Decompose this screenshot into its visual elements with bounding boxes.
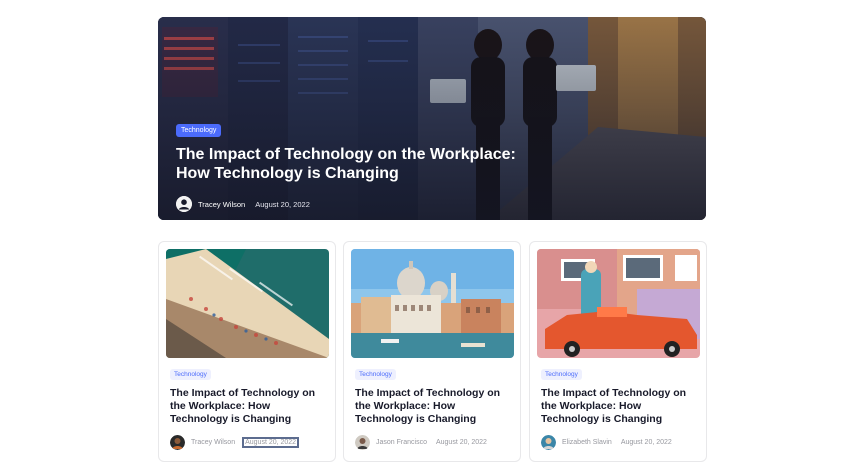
category-badge[interactable]: Technology xyxy=(170,369,211,380)
post-title[interactable]: The Impact of Technology on the Workplac… xyxy=(541,387,701,425)
featured-author-name[interactable]: Tracey Wilson xyxy=(198,200,245,209)
featured-post-content: Technology The Impact of Technology on t… xyxy=(176,119,536,213)
author-avatar xyxy=(355,435,370,450)
author-name[interactable]: Jason Francisco xyxy=(376,439,427,446)
featured-post-date: August 20, 2022 xyxy=(255,199,310,209)
category-badge[interactable]: Technology xyxy=(355,369,396,380)
venice-canal-image xyxy=(351,249,514,358)
post-meta: Jason Francisco August 20, 2022 xyxy=(355,435,487,450)
category-badge[interactable]: Technology xyxy=(541,369,582,380)
author-avatar xyxy=(541,435,556,450)
author-avatar xyxy=(170,435,185,450)
author-name[interactable]: Elizabeth Slavin xyxy=(562,439,612,446)
post-title[interactable]: The Impact of Technology on the Workplac… xyxy=(170,387,330,425)
user-avatar-icon xyxy=(176,196,192,212)
featured-post-card[interactable]: Technology The Impact of Technology on t… xyxy=(158,17,706,220)
post-card[interactable]: Technology The Impact of Technology on t… xyxy=(158,241,336,462)
post-title[interactable]: The Impact of Technology on the Workplac… xyxy=(355,387,515,425)
post-date: August 20, 2022 xyxy=(620,439,672,446)
beach-aerial-image xyxy=(166,249,329,358)
post-meta: Elizabeth Slavin August 20, 2022 xyxy=(541,435,672,450)
woman-orange-car-image xyxy=(537,249,700,358)
featured-post-title[interactable]: The Impact of Technology on the Workplac… xyxy=(176,145,516,183)
post-meta: Tracey Wilson August 20, 2022 xyxy=(170,435,300,450)
author-name[interactable]: Tracey Wilson xyxy=(191,439,235,446)
featured-category-badge[interactable]: Technology xyxy=(176,124,222,137)
post-card[interactable]: Technology The Impact of Technology on t… xyxy=(343,241,521,462)
featured-post-meta: Tracey Wilson August 20, 2022 xyxy=(176,195,536,213)
post-date: August 20, 2022 xyxy=(435,439,487,446)
post-date: August 20, 2022 xyxy=(242,437,300,448)
post-card[interactable]: Technology The Impact of Technology on t… xyxy=(529,241,707,462)
